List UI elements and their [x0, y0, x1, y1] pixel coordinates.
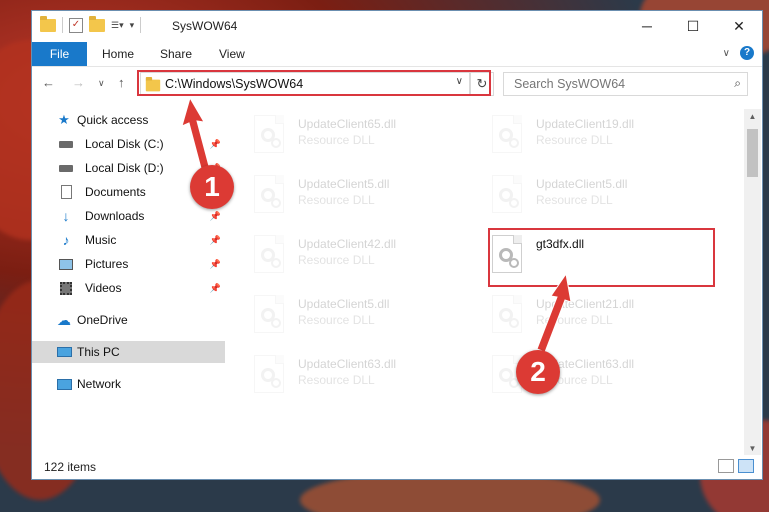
annotation-arrows: [181, 96, 572, 353]
arrow-up-icon: [181, 96, 211, 173]
arrow-up-icon: [536, 272, 572, 353]
step-badge-1: 1: [190, 165, 234, 209]
step-badge-2: 2: [516, 350, 560, 394]
